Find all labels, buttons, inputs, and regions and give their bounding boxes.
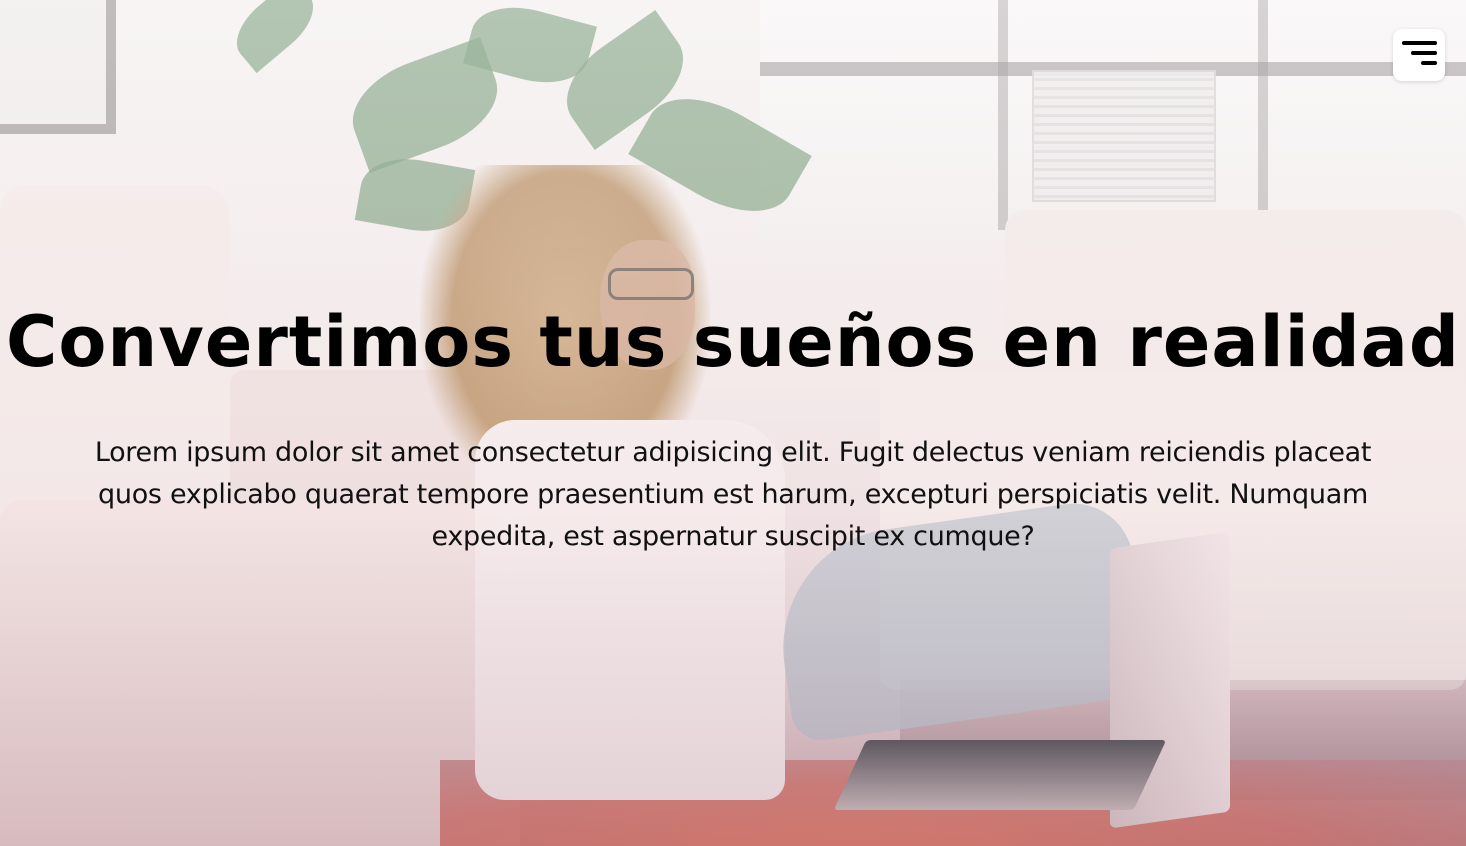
hero-background-photo bbox=[0, 0, 1466, 846]
hero-description: Lorem ipsum dolor sit amet consectetur a… bbox=[94, 437, 1372, 552]
menu-button[interactable] bbox=[1393, 29, 1445, 81]
menu-icon-bar bbox=[1402, 41, 1437, 45]
hero-section: Convertimos tus sueños en realidad Lorem… bbox=[0, 0, 1466, 846]
hero-overlay bbox=[0, 0, 1466, 846]
menu-icon-bar bbox=[1421, 61, 1437, 65]
menu-icon-bar bbox=[1411, 51, 1437, 55]
hero-title: Convertimos tus sueños en realidad bbox=[5, 301, 1461, 383]
